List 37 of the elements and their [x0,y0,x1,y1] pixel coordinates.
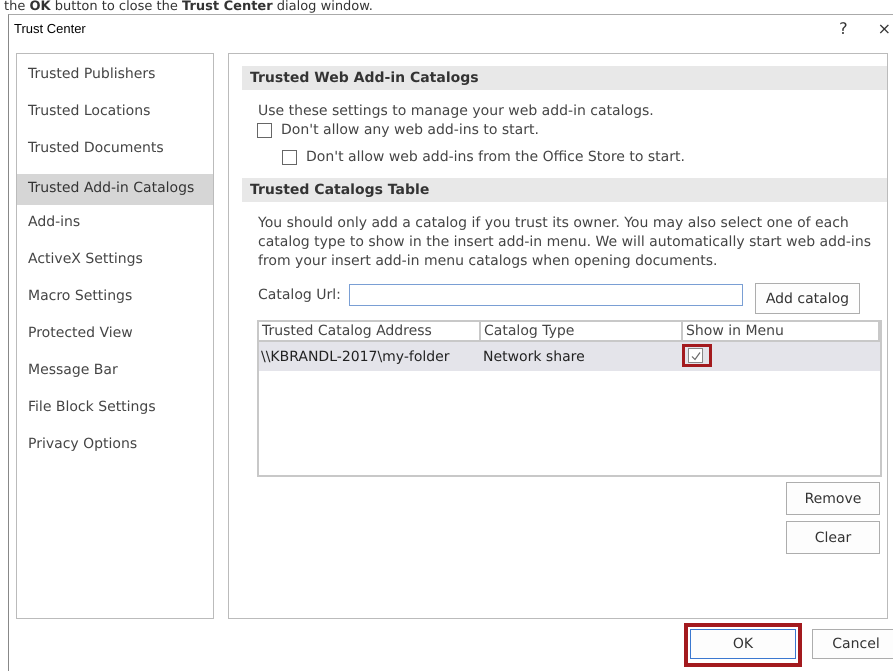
description-text: You should only add a catalog if you trust its owner. You may also select one of each catalog type to show in the insert add-in menu. We will automatically start web add-ins from your insert add-in menu catalogs when opening documents. [257,214,872,271]
sidebar-item[interactable]: Message Bar [17,356,213,393]
add-catalog-button[interactable]: Add catalog [754,283,860,314]
sidebar-item[interactable]: ActiveX Settings [17,245,213,282]
table-cell-text: \\KBRANDL-2017\my-folder [260,348,451,364]
sidebar-item[interactable]: Macro Settings [17,282,213,319]
dialog-button[interactable]: Cancel [812,629,893,659]
section-header: Trusted Web Add-in Catalogs [242,66,887,90]
sidebar-item[interactable]: Trusted Documents [17,134,213,171]
column-header[interactable]: Show in Menu [683,322,880,342]
checkbox-label[interactable]: Don't allow any web add-ins to start. [281,122,539,138]
side-button[interactable]: Clear [786,521,880,554]
checkbox-label[interactable]: Don't allow web add-ins from the Office Store to start. [306,149,685,165]
caption-text: the OK button to close the Trust Center dialog window. [3,0,374,14]
checkbox[interactable] [257,122,272,138]
sidebar-item[interactable]: Trusted Locations [17,97,213,134]
dialog-button[interactable]: OK [690,629,796,659]
sidebar-item[interactable]: Trusted Publishers [17,60,213,97]
window-title: Trust Center [14,21,86,36]
field-label: Catalog Url: [258,286,341,302]
table-row[interactable]: \\KBRANDL-2017\my-folder Network share [259,342,880,371]
side-button[interactable]: Remove [786,482,880,515]
sidebar-item[interactable]: Trusted Add-in Catalogs [17,174,213,205]
close-button[interactable]: × [872,19,893,38]
description-text: Use these settings to manage your web add-in catalogs. [257,102,655,119]
catalog-url-field[interactable] [348,284,743,306]
help-button[interactable]: ? [833,19,854,38]
table-cell-text: Network share [482,348,586,364]
column-header[interactable]: Catalog Type [481,322,683,342]
checkbox[interactable] [688,348,703,363]
sidebar-item[interactable]: File Block Settings [17,393,213,430]
sidebar-item[interactable]: Privacy Options [17,430,213,467]
sidebar-item[interactable]: Add-ins [17,208,213,245]
column-header[interactable]: Trusted Catalog Address [259,322,481,342]
checkbox[interactable] [282,150,297,164]
section-header: Trusted Catalogs Table [242,178,887,202]
sidebar-item[interactable]: Protected View [17,319,213,356]
